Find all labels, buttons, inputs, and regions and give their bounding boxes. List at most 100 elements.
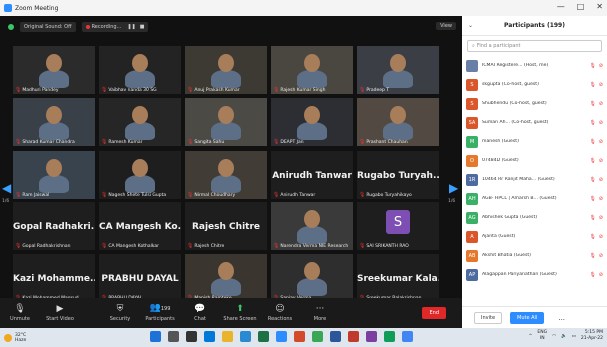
recording-indicator[interactable]: Recording... ❚❚ ■: [81, 22, 149, 32]
video-tile[interactable]: 🎙 Narendra Verma NIE Research: [271, 202, 353, 250]
video-tile[interactable]: 🎙Sanjay Verma: [271, 254, 353, 302]
excel-icon[interactable]: [258, 331, 269, 342]
store-icon[interactable]: [240, 331, 251, 342]
participant-row[interactable]: SA Suman Ah... (Co-host, guest) 🎙 ⊘: [462, 113, 607, 132]
original-sound-toggle[interactable]: Original Sound: Off: [20, 22, 76, 32]
reactions-button[interactable]: ☺ Reactions: [260, 304, 300, 322]
zoom-taskbar-icon[interactable]: [276, 331, 287, 342]
docs-icon[interactable]: [402, 331, 413, 342]
tray-chevron-icon[interactable]: ^: [529, 334, 533, 339]
video-tile[interactable]: 🎙 Sharad Kumar Chandra: [13, 98, 95, 146]
muted-mic-icon[interactable]: 🎙: [589, 101, 595, 107]
participant-row[interactable]: AP Alagappan Pariyanathan (Guest) 🎙 ⊘: [462, 265, 607, 284]
stop-icon[interactable]: ■: [140, 24, 145, 30]
video-tile[interactable]: 🎙 Ramesh Kumar: [99, 98, 181, 146]
video-tile[interactable]: 🎙 Prashant Chauhan: [357, 98, 439, 146]
panel-more-button[interactable]: ...: [552, 311, 572, 324]
share-screen-button[interactable]: ⬆ Share Screen: [220, 304, 260, 322]
muted-mic-icon[interactable]: 🎙: [589, 177, 595, 183]
chat-button[interactable]: 💬 Chat: [180, 304, 220, 322]
onenote-icon[interactable]: [366, 331, 377, 342]
muted-mic-icon[interactable]: 🎙: [589, 158, 595, 164]
previous-page-arrow-icon[interactable]: ◀: [2, 181, 12, 195]
participant-row[interactable]: ICMAI Registere... (Host, me) 🎙 ⊘: [462, 56, 607, 75]
video-tile[interactable]: Anirudh Tanwar 🎙 Anirudh Tanwar: [271, 151, 353, 199]
muted-mic-icon[interactable]: 🎙: [589, 120, 595, 126]
video-tile[interactable]: 🎙 Madhuri Pandey: [13, 46, 95, 94]
video-tile[interactable]: Kazi Mohamme...🎙Kazi Mohammed Maqsud: [13, 254, 95, 302]
video-tile[interactable]: 🎙 Anuj Prakash Kumar: [185, 46, 267, 94]
wifi-icon[interactable]: ◠: [552, 334, 556, 339]
language-indicator[interactable]: ENG IN: [537, 330, 547, 342]
person-silhouette: [211, 175, 241, 193]
muted-mic-icon[interactable]: 🎙: [589, 234, 595, 240]
video-tile[interactable]: Gopal Radhakri... 🎙 Gopal Radhakrishnan: [13, 202, 95, 250]
muted-mic-icon[interactable]: 🎙: [589, 272, 595, 278]
video-tile[interactable]: S 🎙 SAI SRIKANTH RAO: [357, 202, 439, 250]
video-tile[interactable]: 🎙 Nagesh Shete Tulsi Gupta: [99, 151, 181, 199]
video-tile[interactable]: 🎙 DEAPT Jan: [271, 98, 353, 146]
powerpoint-icon[interactable]: [294, 331, 305, 342]
muted-mic-icon: 🎙: [101, 87, 108, 93]
pdf-reader-icon[interactable]: [348, 331, 359, 342]
muted-mic-icon[interactable]: 🎙: [589, 253, 595, 259]
end-meeting-button[interactable]: End: [422, 307, 446, 319]
video-tile[interactable]: Rajesh Chitre 🎙 Rajesh Chitre: [185, 202, 267, 250]
edge-browser-icon[interactable]: [204, 331, 215, 342]
task-view-icon[interactable]: [186, 331, 197, 342]
participant-row[interactable]: 1R 10464 Rr Ranjit Maha... (Guest) 🎙 ⊘: [462, 170, 607, 189]
close-button[interactable]: ✕: [596, 2, 603, 11]
muted-mic-icon[interactable]: 🎙: [589, 63, 595, 69]
video-tile[interactable]: 🎙 Nirmal Choudhary: [185, 151, 267, 199]
participant-row[interactable]: A Ajanta (Guest) 🎙 ⊘: [462, 227, 607, 246]
minimize-button[interactable]: —: [557, 2, 565, 11]
taskbar-clock[interactable]: 5:15 PM 21-Apr-22: [581, 330, 603, 342]
start-video-button[interactable]: ▶ Start Video: [40, 304, 80, 322]
participant-row[interactable]: AB Akshit Bhatia (Guest) 🎙 ⊘: [462, 246, 607, 265]
video-tile[interactable]: 🎙 Vaibhav nanda 30 SG: [99, 46, 181, 94]
video-tile[interactable]: CA Mangesh Ko... 🎙 CA Mangesh Kothalkar: [99, 202, 181, 250]
security-button[interactable]: ⛨ Security: [100, 304, 140, 322]
video-tile[interactable]: 🎙 Rajesh Kumar Singh: [271, 46, 353, 94]
word-icon[interactable]: [330, 331, 341, 342]
windows-start-icon[interactable]: [150, 331, 161, 342]
video-tile[interactable]: Sreekumar Kala...🎙Sreekumar Balakrishnan: [357, 254, 439, 302]
pause-icon[interactable]: ❚❚: [127, 24, 135, 30]
muted-mic-icon[interactable]: 🎙: [589, 82, 595, 88]
unmute-button[interactable]: 🎙 Unmute: [0, 304, 40, 322]
speaker-icon[interactable]: 🔈: [561, 334, 567, 339]
file-explorer-icon[interactable]: [222, 331, 233, 342]
muted-mic-icon[interactable]: 🎙: [589, 139, 595, 145]
muted-mic-icon[interactable]: 🎙: [589, 215, 595, 221]
collapse-chevron-icon[interactable]: ⌄: [468, 22, 473, 29]
participant-row[interactable]: Sskgupta (Co-host, guest) 🎙 ⊘: [462, 75, 607, 94]
video-tile[interactable]: 🎙 Ram Jaiswal: [13, 151, 95, 199]
unmute-label: Unmute: [10, 315, 30, 322]
video-tile[interactable]: 🎙 Sangita Sahu: [185, 98, 267, 146]
view-button[interactable]: View: [436, 22, 456, 30]
find-participant-input[interactable]: ⌕ Find a participant: [467, 40, 602, 52]
video-tile[interactable]: 🎙Manish Ramteke: [185, 254, 267, 302]
more-button[interactable]: ··· More: [300, 304, 340, 322]
invite-button[interactable]: Invite: [474, 311, 503, 324]
next-page-arrow-icon[interactable]: ▶: [449, 181, 459, 195]
encryption-shield-icon[interactable]: [8, 24, 14, 30]
participant-row[interactable]: AG Abhishek Gupta (Guest) 🎙 ⊘: [462, 208, 607, 227]
participant-row[interactable]: O 07484D (Guest) 🎙 ⊘: [462, 151, 607, 170]
video-tile[interactable]: 🎙 Pradeep T: [357, 46, 439, 94]
person-silhouette: [383, 122, 413, 140]
sheets-icon[interactable]: [384, 331, 395, 342]
search-icon[interactable]: [168, 331, 179, 342]
chrome-icon[interactable]: [312, 331, 323, 342]
video-tile[interactable]: Rugabo Turyah... 🎙 Rugabo Turyahikayo: [357, 151, 439, 199]
participant-row[interactable]: Mmanesh (Guest) 🎙 ⊘: [462, 132, 607, 151]
maximize-button[interactable]: □: [577, 2, 585, 11]
battery-icon[interactable]: ▭: [572, 334, 576, 339]
mute-all-button[interactable]: Mute All: [510, 311, 545, 324]
muted-mic-icon[interactable]: 🎙: [589, 196, 595, 202]
participants-button[interactable]: 👥199 Participants: [140, 304, 180, 323]
weather-widget[interactable]: 32°C Haze: [0, 333, 26, 343]
participant-row[interactable]: AH AGB- HPCL | Amarsh B... (Guest) 🎙 ⊘: [462, 189, 607, 208]
video-tile[interactable]: PRABHU DAYAL🎙PRABHU DAYAL: [99, 254, 181, 302]
participant-row[interactable]: S Shubhendu (Co-host, guest) 🎙 ⊘: [462, 94, 607, 113]
